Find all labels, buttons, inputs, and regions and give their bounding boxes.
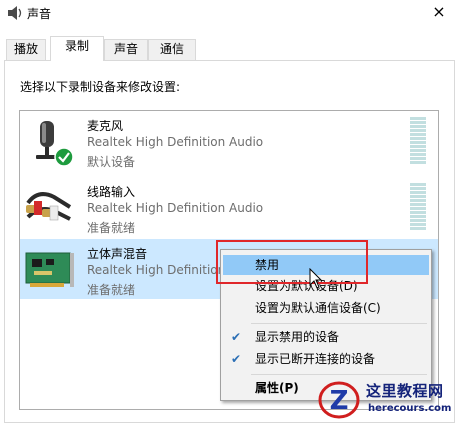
watermark-logo-icon: Z [318,381,360,419]
device-name: 麦克风 [87,119,124,133]
menu-separator [251,374,427,375]
close-button[interactable]: × [427,2,451,24]
tab-recording[interactable]: 录制 [50,36,104,61]
menu-separator [251,323,427,324]
device-driver: Realtek High Definition Audio [87,135,264,149]
instruction-text: 选择以下录制设备来修改设置: [20,80,181,94]
watermark-url: herecours.com [368,403,452,414]
menu-item-set-default-comm[interactable]: 设置为默认通信设备(C) [223,298,429,318]
device-driver: Realtek High Definition Audio [87,201,264,215]
checkmark-icon: ✔ [231,330,242,344]
level-meter [410,183,426,231]
menu-item-show-disabled[interactable]: ✔ 显示禁用的设备 [223,327,429,347]
tab-communications[interactable]: 通信 [148,39,196,60]
checkmark-icon: ✔ [231,352,242,366]
device-name: 线路输入 [87,185,136,199]
default-check-icon [54,147,74,167]
device-name: 立体声混音 [87,247,148,261]
tab-playback[interactable]: 播放 [6,39,46,60]
tab-sounds[interactable]: 声音 [104,39,148,60]
menu-item-label: 属性(P) [255,381,299,395]
line-in-cable-icon [26,192,72,221]
title-bar: 声音 × [0,0,459,28]
device-status: 默认设备 [87,155,136,169]
menu-item-show-disconnected[interactable]: ✔ 显示已断开连接的设备 [223,349,429,369]
close-icon: × [432,2,446,21]
device-item-microphone[interactable]: 麦克风 Realtek High Definition Audio 默认设备 [20,111,438,171]
sound-card-icon [25,252,74,287]
menu-item-label: 设置为默认通信设备(C) [255,301,381,315]
annotation-highlight-box [216,240,368,284]
menu-item-label: 显示已断开连接的设备 [255,352,376,366]
speaker-icon [8,6,22,20]
watermark-title: 这里教程网 [366,382,444,400]
svg-text:Z: Z [330,386,349,416]
mouse-cursor-icon [309,268,323,289]
menu-item-label: 显示禁用的设备 [255,330,340,344]
device-item-line-in[interactable]: 线路输入 Realtek High Definition Audio 准备就绪 [20,177,438,237]
level-meter [410,117,426,165]
device-status: 准备就绪 [87,221,136,235]
device-status: 准备就绪 [87,283,136,297]
watermark: Z 这里教程网 herecours.com [318,378,459,423]
window-title: 声音 [27,7,52,21]
